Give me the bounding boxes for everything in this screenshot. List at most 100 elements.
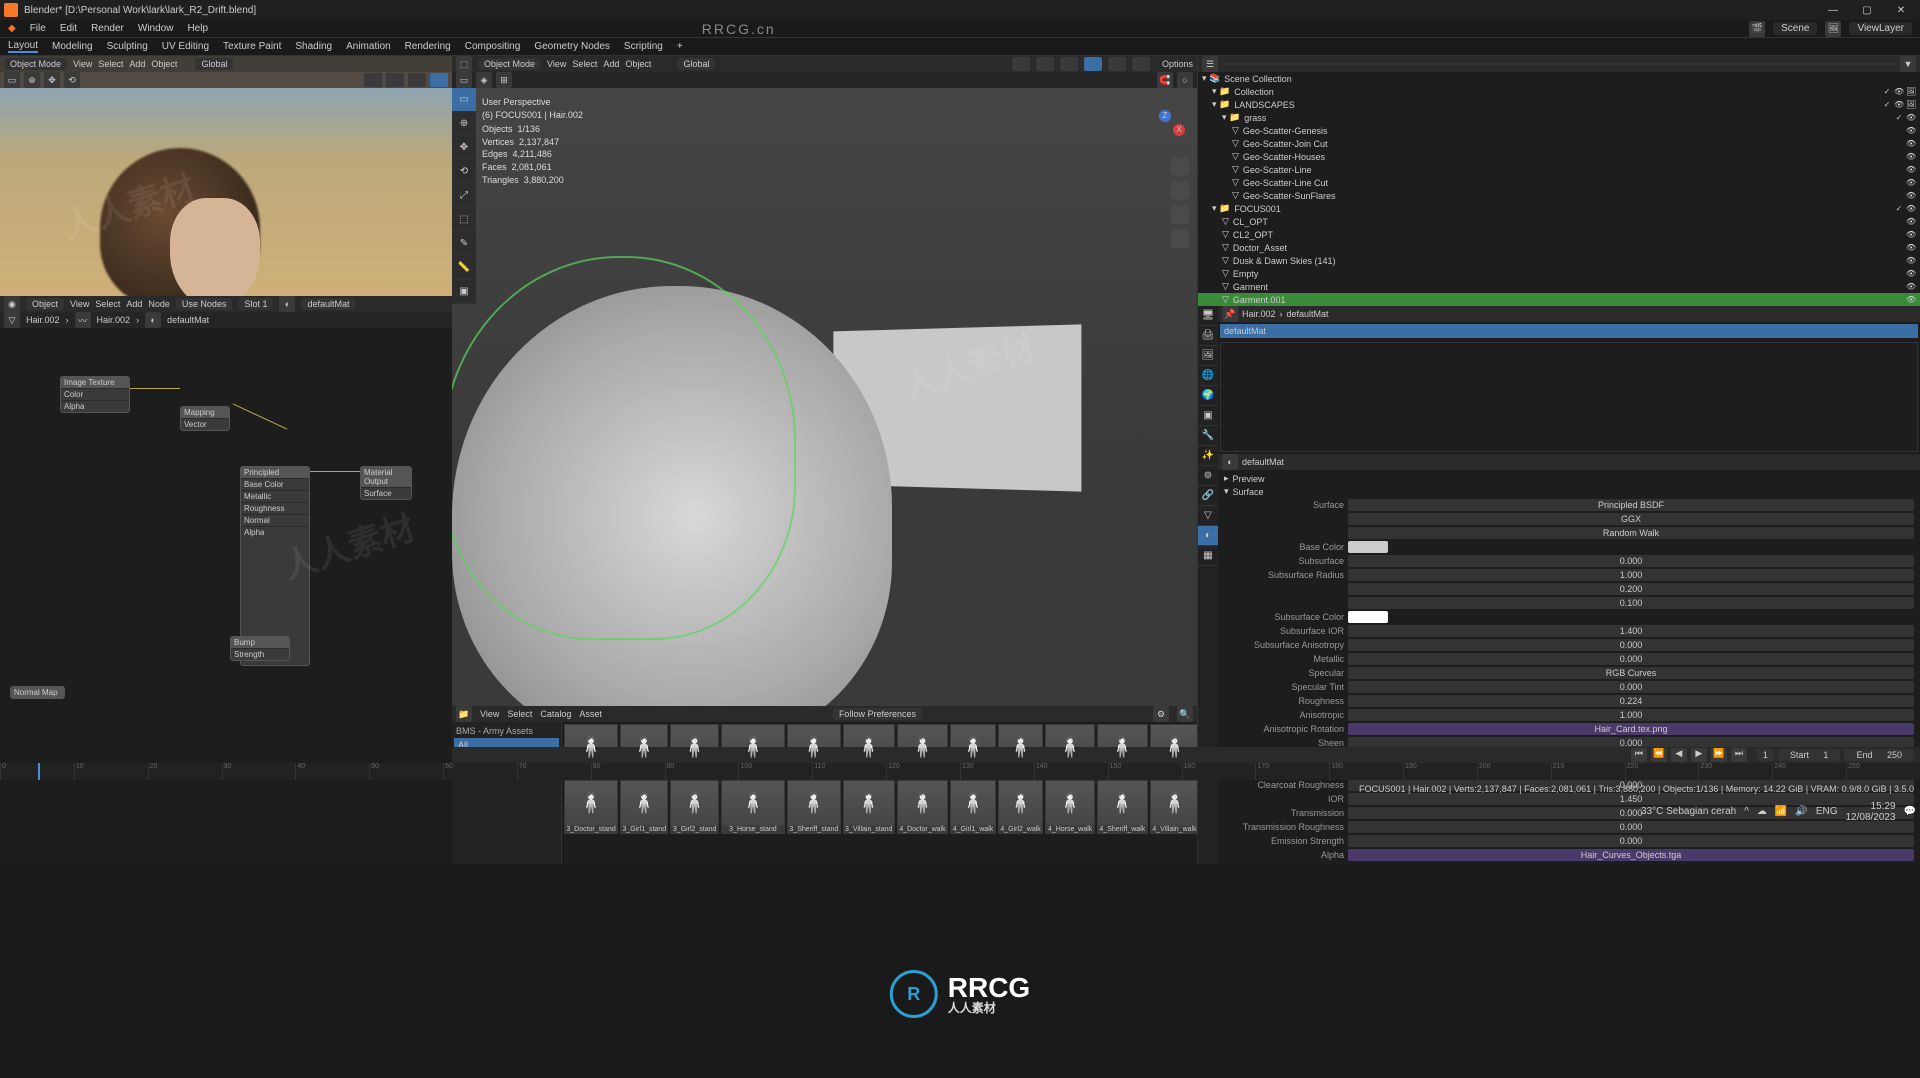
- current-frame[interactable]: 1: [1757, 749, 1774, 761]
- overlay-toggle-icon[interactable]: [1012, 57, 1030, 71]
- prop-tab-render[interactable]: 🖥: [1198, 306, 1218, 326]
- prop-tab-world[interactable]: 🌍: [1198, 386, 1218, 406]
- tab-scripting[interactable]: Scripting: [624, 41, 663, 52]
- asset-item[interactable]: 3_Doctor_stand: [564, 780, 618, 834]
- jump-end-icon[interactable]: ⏭: [1731, 748, 1747, 762]
- vp-render-icon[interactable]: [1132, 57, 1150, 71]
- outliner-scene[interactable]: ▾ 📚Scene Collection: [1198, 72, 1920, 85]
- filter-icon[interactable]: ⚙: [1153, 706, 1169, 722]
- ab-follow[interactable]: Follow Preferences: [833, 708, 922, 720]
- ab-select[interactable]: Select: [507, 709, 532, 719]
- node-normalmap[interactable]: Normal Map: [10, 686, 65, 699]
- prop-tab-object[interactable]: ▣: [1198, 406, 1218, 426]
- vp2-menu-object[interactable]: Object: [625, 59, 651, 69]
- obj-name[interactable]: Hair.002: [26, 315, 60, 325]
- prop-tab-data[interactable]: ▽: [1198, 506, 1218, 526]
- tab-uv[interactable]: UV Editing: [162, 41, 209, 52]
- asset-item[interactable]: 3_Girl1_stand: [620, 780, 668, 834]
- ab-library[interactable]: BMS - Army Assets: [454, 724, 559, 738]
- preview-panel[interactable]: Preview: [1233, 474, 1265, 484]
- end-frame[interactable]: End 250: [1844, 749, 1914, 761]
- se-menu-view[interactable]: View: [70, 299, 89, 309]
- mat-name[interactable]: defaultMat: [301, 298, 355, 310]
- pan-icon[interactable]: [1171, 182, 1189, 200]
- move-icon[interactable]: ✥: [44, 72, 60, 88]
- menu-file[interactable]: File: [30, 23, 46, 34]
- vp-solid-icon[interactable]: [1084, 57, 1102, 71]
- proportional-icon[interactable]: ○: [1177, 72, 1193, 88]
- asset-editor-icon[interactable]: 📁: [456, 706, 472, 722]
- vp-menu-select[interactable]: Select: [98, 59, 123, 69]
- tab-compositing[interactable]: Compositing: [465, 41, 521, 52]
- tool-move[interactable]: ✥: [452, 136, 476, 160]
- editor-type-icon[interactable]: ◉: [4, 296, 20, 312]
- shading-matprev-icon[interactable]: [408, 73, 426, 87]
- orientation[interactable]: Global: [195, 58, 233, 70]
- mat-sphere-icon[interactable]: ◐: [279, 296, 295, 312]
- menu-edit[interactable]: Edit: [60, 23, 77, 34]
- vp-mode[interactable]: Object Mode: [478, 58, 541, 70]
- vp-wire-icon[interactable]: [1060, 57, 1078, 71]
- minimize-button[interactable]: —: [1818, 5, 1848, 16]
- outliner-landscapes[interactable]: ▾ 📁LANDSCAPES✓👁🖼: [1198, 98, 1920, 111]
- select-box-icon[interactable]: ▭: [456, 72, 472, 88]
- start-frame[interactable]: Start 1: [1778, 749, 1841, 761]
- tool-scale[interactable]: ⤢: [452, 184, 476, 208]
- maximize-button[interactable]: ▢: [1852, 5, 1882, 16]
- tab-rendering[interactable]: Rendering: [405, 41, 451, 52]
- prop-tab-scene[interactable]: 🌐: [1198, 366, 1218, 386]
- prop-mat-link[interactable]: defaultMat: [1287, 309, 1329, 319]
- asset-item[interactable]: 3_Horse_stand: [721, 780, 785, 834]
- shader-mode[interactable]: Object: [26, 298, 64, 310]
- play-rev-icon[interactable]: ◀: [1671, 748, 1687, 762]
- mode-selector[interactable]: Object Mode: [4, 58, 67, 70]
- mat-name-field[interactable]: ◐ defaultMat: [1218, 454, 1920, 470]
- tool-annotate[interactable]: ✎: [452, 232, 476, 256]
- vp2-menu-view[interactable]: View: [547, 59, 566, 69]
- prop-tab-physics[interactable]: ⊚: [1198, 466, 1218, 486]
- filter-funnel-icon[interactable]: ▼: [1900, 56, 1916, 72]
- tab-layout[interactable]: Layout: [8, 40, 38, 53]
- pin-icon[interactable]: 📌: [1222, 306, 1238, 322]
- asset-item[interactable]: 3_Sheriff_stand: [787, 780, 841, 834]
- outliner-icon[interactable]: ☰: [1202, 56, 1218, 72]
- tab-animation[interactable]: Animation: [346, 41, 390, 52]
- node-texture[interactable]: Image TextureColorAlpha: [60, 376, 130, 413]
- persp-icon[interactable]: [1171, 230, 1189, 248]
- notifications-icon[interactable]: 💬: [1904, 806, 1916, 817]
- close-button[interactable]: ✕: [1886, 5, 1916, 16]
- base-color-swatch[interactable]: [1348, 541, 1388, 553]
- asset-item[interactable]: 3_Villain_stand: [843, 780, 895, 834]
- asset-item[interactable]: 4_Girl2_walk: [998, 780, 1044, 834]
- cursor-icon[interactable]: ⊕: [24, 72, 40, 88]
- left-viewport[interactable]: Object Mode View Select Add Object Globa…: [0, 56, 452, 296]
- tray-wifi-icon[interactable]: 📶: [1775, 806, 1787, 817]
- xray-icon[interactable]: [1036, 57, 1054, 71]
- asset-item[interactable]: 4_Girl1_walk: [950, 780, 996, 834]
- prop-tab-particles[interactable]: ✨: [1198, 446, 1218, 466]
- menu-render[interactable]: Render: [91, 23, 124, 34]
- tab-add[interactable]: +: [677, 41, 683, 52]
- se-menu-add[interactable]: Add: [126, 299, 142, 309]
- vp-options[interactable]: Options: [1162, 59, 1193, 69]
- prop-tab-constraints[interactable]: 🔗: [1198, 486, 1218, 506]
- tab-shading[interactable]: Shading: [295, 41, 332, 52]
- select-tool-icon[interactable]: ▭: [4, 72, 20, 88]
- tool-select[interactable]: ▭: [452, 88, 476, 112]
- outliner-grass[interactable]: ▾ 📁grass✓👁: [1198, 111, 1920, 124]
- timeline-track[interactable]: 0102030405060708090100110120130140150160…: [0, 763, 1920, 780]
- outliner-collection[interactable]: ▾ 📁Collection✓👁🖼: [1198, 85, 1920, 98]
- clock-time[interactable]: 15:29: [1845, 801, 1895, 812]
- ab-catalog[interactable]: Catalog: [540, 709, 571, 719]
- node-bump[interactable]: BumpStrength: [230, 636, 290, 661]
- menu-window[interactable]: Window: [138, 23, 174, 34]
- asset-item[interactable]: 4_Horse_walk: [1045, 780, 1094, 834]
- tool-rotate[interactable]: ⟲: [452, 160, 476, 184]
- nav-gizmo[interactable]: X Y Z: [1145, 110, 1185, 150]
- prop-tab-modifiers[interactable]: 🔧: [1198, 426, 1218, 446]
- main-viewport[interactable]: ⬚ Object Mode View Select Add Object Glo…: [452, 56, 1197, 706]
- prop-tab-texture[interactable]: ▦: [1198, 546, 1218, 566]
- outliner-search[interactable]: [1222, 63, 1896, 65]
- weather[interactable]: 33°C Sebagian cerah: [1641, 806, 1736, 817]
- vp-matprev-icon[interactable]: [1108, 57, 1126, 71]
